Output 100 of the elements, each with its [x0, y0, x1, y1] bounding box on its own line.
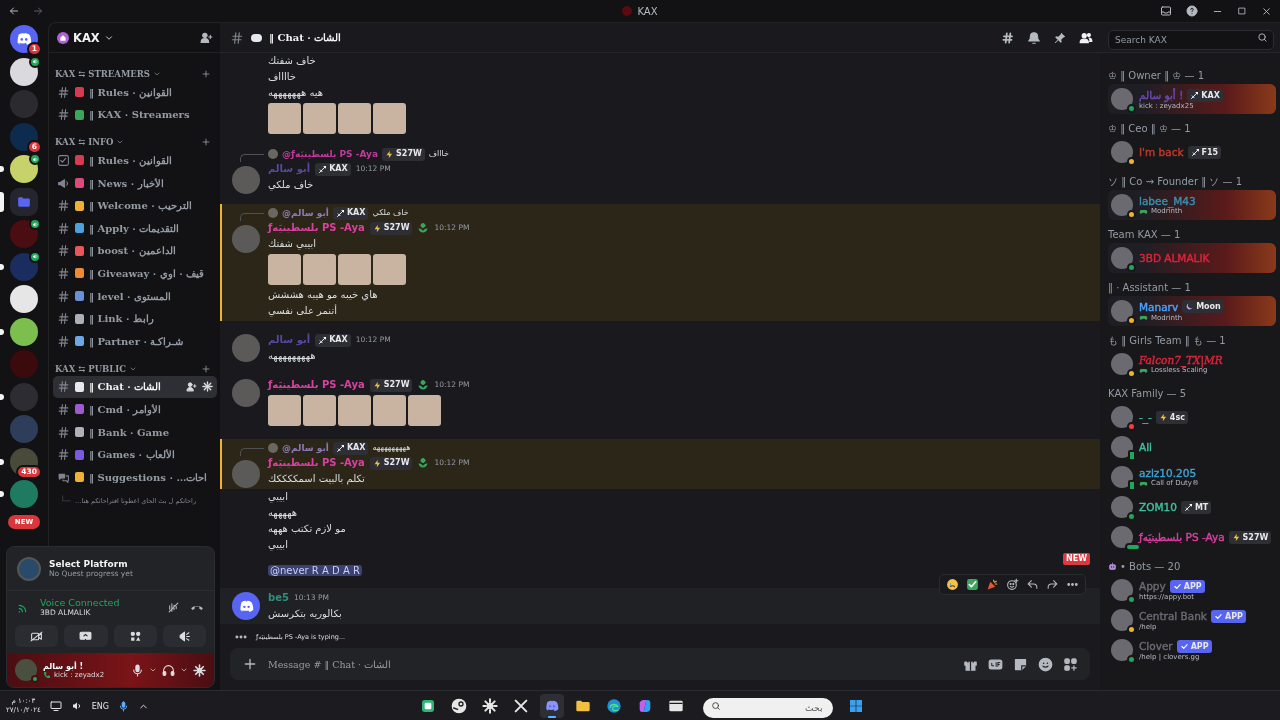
server-icon[interactable] [10, 122, 38, 151]
headphones-icon[interactable] [162, 663, 175, 677]
member-item[interactable]: ZOM10 MT [1108, 492, 1276, 522]
reply-author[interactable]: @أبو سالم [282, 205, 329, 221]
apps-icon[interactable] [1063, 656, 1078, 672]
notification-bell-icon[interactable] [1027, 30, 1041, 45]
search-field[interactable]: Search KAX [1108, 29, 1274, 50]
inbox-icon[interactable] [1160, 5, 1172, 17]
server-icon[interactable] [10, 252, 38, 281]
activity-button[interactable] [113, 625, 157, 647]
microphone-icon[interactable] [131, 663, 144, 677]
volume-icon[interactable] [70, 700, 83, 712]
invite-people-icon[interactable] [200, 31, 213, 44]
soundboard-button[interactable] [162, 625, 206, 647]
back-arrow-icon[interactable] [8, 5, 20, 17]
maximize-icon[interactable] [1237, 6, 1247, 16]
channel-item[interactable]: ‖ Cmd · الأوامر [53, 398, 217, 421]
channel-item[interactable]: ‖ KAX · Streamers [53, 103, 217, 127]
author-name[interactable]: ƒبلسطينيَه PS -Aya [268, 455, 365, 471]
tag-label: S27W [1242, 532, 1269, 542]
forward-icon[interactable] [1046, 578, 1059, 591]
help-icon[interactable] [1186, 5, 1198, 17]
channel-item[interactable]: ‖ level · المستوى [53, 284, 217, 308]
user-avatar[interactable] [232, 592, 260, 620]
server-icon[interactable] [10, 285, 38, 313]
add-channel-icon[interactable] [201, 69, 211, 79]
author-name[interactable]: ƒبلسطينيَه PS -Aya [268, 220, 365, 236]
member-item[interactable]: I'm back F15 [1108, 137, 1276, 167]
chevron-down-icon[interactable] [149, 666, 157, 674]
channel-item[interactable]: ‖ Rules · القوانين [53, 81, 217, 104]
message-composer[interactable]: Message # ‖ Chat · الشات [230, 648, 1090, 680]
online-status-dot [31, 675, 39, 683]
avatar-photo[interactable] [232, 334, 260, 362]
channel-item[interactable]: ‖ Welcome · الترحيب [53, 194, 217, 217]
channel-item[interactable]: ‖ Link · رابط [53, 307, 217, 330]
reply-avatar [268, 443, 278, 453]
home-button[interactable] [10, 25, 38, 53]
reply-icon[interactable] [1026, 578, 1039, 591]
taskbar-search-field[interactable]: بحث [703, 698, 833, 718]
reply-author[interactable]: @ƒبلسطينيَه PS -Aya [282, 146, 379, 162]
reply-author[interactable]: @أبو سالم [282, 440, 329, 456]
member-item[interactable]: -_- 4sc [1108, 402, 1276, 432]
reply-text[interactable]: خاف ملكي [372, 205, 409, 221]
server-icon[interactable] [10, 317, 38, 346]
chevron-down-icon[interactable] [180, 666, 188, 674]
channel-item[interactable]: ‖ Suggestions · …احات [53, 465, 217, 489]
member-name: أبو سالم ! [1139, 89, 1184, 101]
reply-text[interactable]: خاااف [428, 146, 449, 162]
camera-button[interactable] [15, 625, 59, 647]
pin-icon[interactable] [1053, 30, 1067, 45]
channel-item[interactable]: ‖ Giveaway · قيف · اوي [53, 262, 217, 285]
user-mention[interactable]: @never R A D A R [268, 565, 362, 576]
microphone-icon[interactable] [118, 700, 130, 712]
add-channel-icon[interactable] [201, 137, 211, 148]
close-icon[interactable] [1261, 5, 1272, 17]
reply-text[interactable]: هههههههههه [372, 440, 411, 456]
server-folder[interactable] [10, 187, 38, 216]
member-name: ƒبلسطينيَه PS -Aya [1139, 531, 1225, 543]
monitor-icon[interactable] [49, 700, 62, 712]
author-name[interactable]: be5 [268, 590, 289, 606]
add-channel-icon[interactable] [201, 363, 211, 374]
crying-face-icon[interactable] [946, 578, 959, 591]
language-indicator[interactable]: ENG [91, 701, 110, 711]
server-menu-button[interactable]: KAX [57, 30, 114, 45]
channel-item[interactable]: ‖ Partner · شـراكـة [53, 329, 217, 353]
channel-item[interactable]: ‖ Chat · الشات [53, 375, 217, 399]
attach-plus-icon[interactable] [242, 656, 258, 672]
message-text: ابيبي شفتك [268, 237, 317, 252]
message-text: هههههههههه [268, 349, 317, 364]
noise-suppression-icon[interactable] [167, 600, 180, 614]
screen-share-button[interactable] [64, 625, 108, 647]
member-list-icon[interactable] [1079, 30, 1093, 45]
message-input-field[interactable]: Message # ‖ Chat · الشات [268, 658, 953, 670]
channel-item[interactable]: ‖ Rules · القوانين [53, 149, 217, 172]
member-item[interactable]: 3BD ALMALIK [1108, 243, 1276, 273]
channel-item[interactable]: ‖ Bank · Game [53, 420, 217, 444]
message-text: هيه هههههههه [268, 86, 325, 101]
category-header[interactable]: KAX ⇆ STREAMERS [55, 69, 161, 79]
category-header[interactable]: KAX ⇆ INFO [55, 137, 125, 148]
author-name[interactable]: ƒبلسطينيَه PS -Aya [268, 377, 365, 393]
sticker-icon[interactable] [1013, 656, 1028, 672]
server-icon[interactable] [10, 57, 38, 86]
channel-item[interactable]: ‖ Apply · التقديمات [53, 216, 217, 240]
channel-item[interactable]: ‖ Games · الألعاب [53, 443, 217, 466]
server-icon[interactable] [10, 155, 38, 183]
avatar-photo[interactable] [232, 166, 260, 194]
add-reaction-icon[interactable] [1006, 578, 1019, 591]
check-mark-icon[interactable] [966, 578, 979, 591]
server-icon[interactable] [10, 220, 38, 248]
invite-people-icon[interactable] [186, 381, 197, 393]
member-item[interactable]: Ali [1108, 432, 1276, 462]
check-icon [1213, 611, 1223, 621]
check-icon [1179, 641, 1189, 651]
channel-item[interactable]: ‖ News · الأخبار [53, 171, 217, 195]
category-header[interactable]: KAX ⇆ PUBLIC [55, 363, 137, 374]
emoji-icon[interactable] [1038, 656, 1053, 672]
start-menu-icon[interactable] [848, 698, 864, 714]
party-popper-icon[interactable] [986, 578, 999, 591]
channel-item[interactable]: ‖ boost · الداعمين [53, 239, 217, 263]
avatar-photo[interactable] [232, 379, 260, 407]
